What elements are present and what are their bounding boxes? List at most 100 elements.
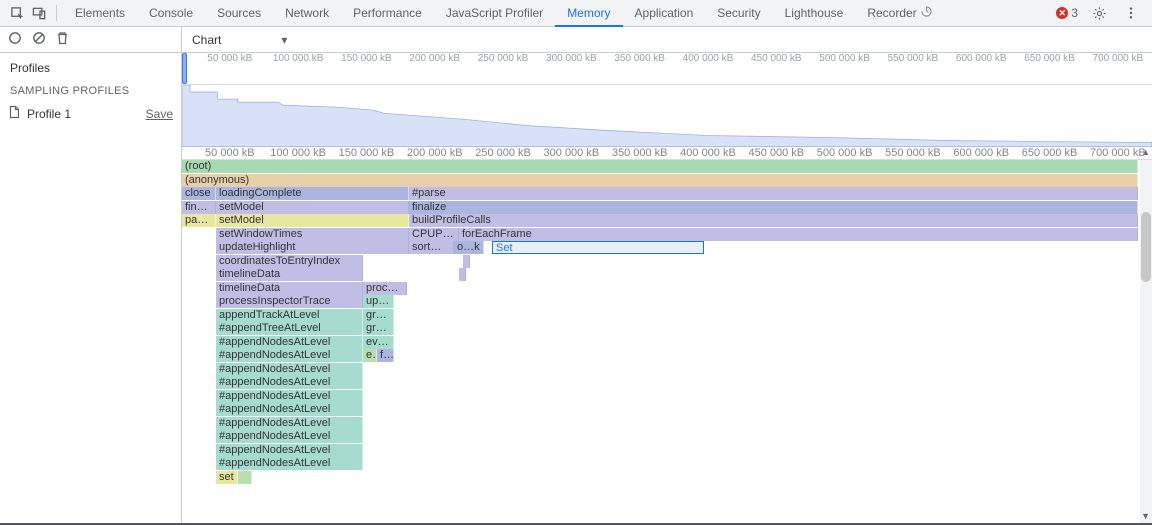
error-count: 3 — [1071, 6, 1078, 20]
overview-chart[interactable]: 50 000 kB100 000 kB150 000 kB200 000 kB2… — [182, 53, 1152, 85]
ruler-tick: 500 000 kB — [819, 53, 870, 64]
tab-sources[interactable]: Sources — [205, 0, 273, 27]
view-select[interactable]: Chart ▾ — [182, 27, 297, 52]
settings-icon[interactable] — [1088, 2, 1110, 24]
flame-bar[interactable]: up…up — [363, 295, 394, 308]
flame-bar[interactable]: #parse — [409, 187, 1138, 200]
device-toggle-icon[interactable] — [28, 2, 50, 24]
ruler-tick: 150 000 kB — [339, 147, 395, 159]
tab-network[interactable]: Network — [273, 0, 341, 27]
flame-bar[interactable]: timelineData — [216, 268, 363, 281]
vertical-scrollbar[interactable]: ▼ — [1140, 160, 1152, 523]
flame-bar[interactable]: forEachFrame — [459, 228, 1138, 241]
scroll-down-icon[interactable]: ▼ — [1141, 511, 1150, 521]
ruler-tick: 700 000 kB — [1093, 53, 1144, 64]
flame-bar[interactable]: coordinatesToEntryIndex — [216, 255, 363, 268]
flame-bar[interactable]: ev…ew — [363, 336, 394, 349]
flame-bar[interactable]: set — [216, 471, 238, 484]
flame-bar[interactable] — [238, 471, 252, 484]
ruler-tick: 450 000 kB — [748, 147, 804, 159]
tab-javascript-profiler[interactable]: JavaScript Profiler — [434, 0, 555, 27]
flame-bar[interactable]: e… — [363, 349, 377, 362]
flame-bar[interactable]: loadingComplete — [216, 187, 409, 200]
flame-bar[interactable] — [463, 255, 470, 268]
divider — [56, 5, 57, 21]
flame-bar[interactable]: proc…ata — [363, 282, 407, 295]
flame-bar[interactable]: processInspectorTrace — [216, 295, 363, 308]
flame-bar[interactable]: (root) — [182, 160, 1138, 173]
flame-bar[interactable] — [459, 268, 466, 281]
record-icon[interactable] — [8, 31, 22, 48]
flame-bar[interactable]: CPUP…del — [409, 228, 459, 241]
sidebar: Profiles SAMPLING PROFILES Profile 1 Sav… — [0, 53, 182, 523]
flame-bar[interactable]: #appendNodesAtLevel — [216, 336, 363, 349]
flame-bar[interactable]: pa…at — [182, 214, 216, 227]
flame-bar[interactable]: #appendNodesAtLevel — [216, 363, 363, 376]
ruler-tick: 200 000 kB — [409, 53, 460, 64]
ruler-tick: 500 000 kB — [817, 147, 873, 159]
flame-bar[interactable]: #appendNodesAtLevel — [216, 349, 363, 362]
flame-bar[interactable]: close — [182, 187, 216, 200]
memory-toolbar: Chart ▾ — [0, 27, 1152, 53]
flame-bar[interactable]: #appendNodesAtLevel — [216, 390, 363, 403]
devtools-tab-strip: ElementsConsoleSourcesNetworkPerformance… — [0, 0, 1152, 27]
flame-bar[interactable]: #appendNodesAtLevel — [216, 457, 363, 470]
flame-bar[interactable]: setModel — [216, 201, 409, 214]
tab-elements[interactable]: Elements — [63, 0, 137, 27]
flame-bar[interactable]: o…k — [454, 241, 484, 254]
ruler-tick: 400 000 kB — [680, 147, 736, 159]
tab-performance[interactable]: Performance — [341, 0, 434, 27]
ruler-tick: 650 000 kB — [1024, 53, 1075, 64]
flame-bar[interactable]: Set — [492, 241, 704, 254]
ruler-tick: 600 000 kB — [953, 147, 1009, 159]
delete-icon[interactable] — [56, 31, 69, 48]
profile-name: Profile 1 — [27, 107, 71, 121]
view-select-label: Chart — [192, 33, 221, 47]
flame-chart[interactable]: ▼ (root)(anonymous)closeloadingComplete#… — [182, 160, 1152, 523]
ruler-tick: 150 000 kB — [341, 53, 392, 64]
flame-bar[interactable]: gr…ew — [363, 322, 394, 335]
file-icon — [8, 105, 21, 122]
overview-area[interactable] — [182, 85, 1152, 146]
ruler-tick: 400 000 kB — [683, 53, 734, 64]
flame-bar[interactable]: #appendNodesAtLevel — [216, 430, 363, 443]
save-link[interactable]: Save — [146, 107, 173, 121]
flame-bar[interactable]: finalize — [409, 201, 1138, 214]
tab-memory[interactable]: Memory — [555, 0, 622, 27]
flame-bar[interactable]: #appendNodesAtLevel — [216, 403, 363, 416]
scrollbar-thumb[interactable] — [1141, 212, 1151, 282]
flame-bar[interactable]: sort…ples — [409, 241, 454, 254]
flame-bar[interactable]: buildProfileCalls — [409, 214, 1138, 227]
flame-bar[interactable]: setModel — [216, 214, 409, 227]
flame-bar[interactable]: (anonymous) — [182, 174, 1138, 187]
tab-application[interactable]: Application — [623, 0, 706, 27]
ruler-tick: 700 000 kB — [1090, 147, 1146, 159]
flame-bar[interactable]: gro…ts — [363, 309, 394, 322]
flame-bar[interactable]: #appendNodesAtLevel — [216, 444, 363, 457]
ruler-tick: 200 000 kB — [407, 147, 463, 159]
tab-console[interactable]: Console — [137, 0, 205, 27]
profile-row[interactable]: Profile 1 Save — [0, 101, 181, 126]
flame-bar[interactable]: setWindowTimes — [216, 228, 409, 241]
more-icon[interactable] — [1120, 2, 1142, 24]
error-icon: ✕ — [1056, 7, 1068, 19]
tab-recorder[interactable]: Recorder — [855, 0, 943, 27]
sidebar-section: SAMPLING PROFILES — [0, 81, 181, 101]
ruler-tick: 550 000 kB — [888, 53, 939, 64]
clear-icon[interactable] — [32, 31, 46, 48]
flame-bar[interactable]: timelineData — [216, 282, 363, 295]
flame-bar[interactable]: updateHighlight — [216, 241, 409, 254]
ruler-tick: 350 000 kB — [614, 53, 665, 64]
flame-bar[interactable]: #appendTreeAtLevel — [216, 322, 363, 335]
tab-security[interactable]: Security — [705, 0, 772, 27]
inspect-icon[interactable] — [6, 2, 28, 24]
flame-bar[interactable]: fin…ce — [182, 201, 216, 214]
error-counter[interactable]: ✕ 3 — [1056, 6, 1078, 20]
ruler-tick: 100 000 kB — [270, 147, 326, 159]
flame-bar[interactable]: f…r — [377, 349, 394, 362]
flame-bar[interactable]: #appendNodesAtLevel — [216, 417, 363, 430]
flame-chart-panel: 50 000 kB100 000 kB150 000 kB200 000 kB2… — [182, 53, 1152, 523]
tab-lighthouse[interactable]: Lighthouse — [773, 0, 856, 27]
flame-bar[interactable]: appendTrackAtLevel — [216, 309, 363, 322]
flame-bar[interactable]: #appendNodesAtLevel — [216, 376, 363, 389]
